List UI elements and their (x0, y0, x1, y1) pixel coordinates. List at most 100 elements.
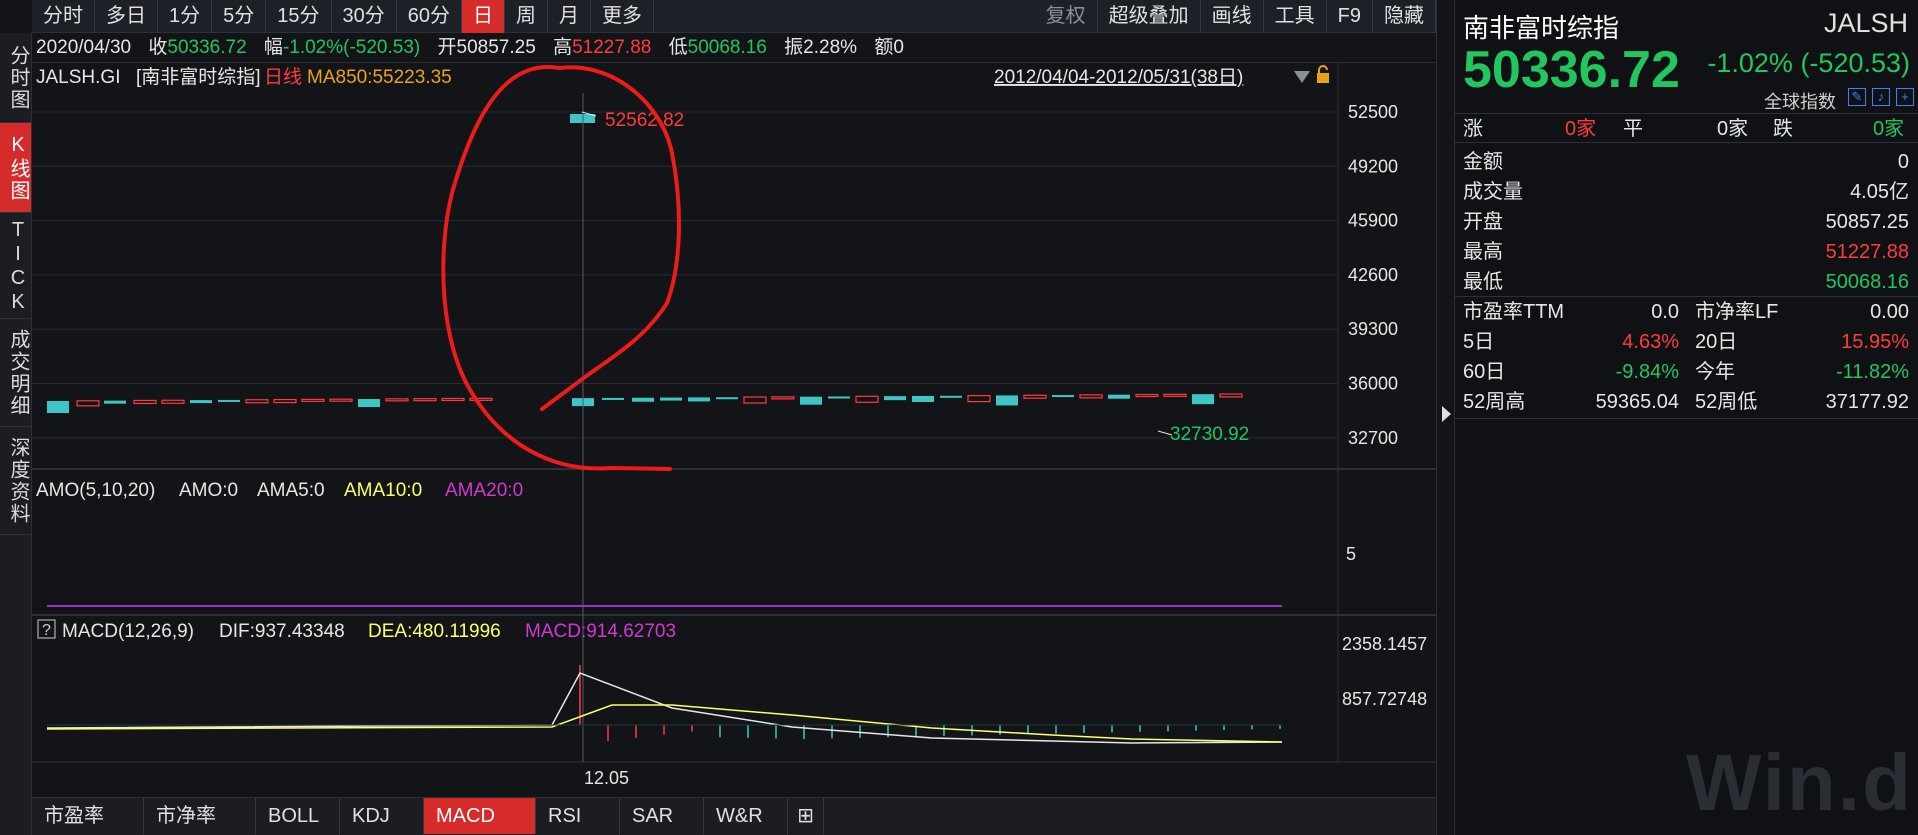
collapse-panel-toggle[interactable] (1436, 0, 1454, 835)
breadth-flat-value: 0家 (1717, 118, 1749, 140)
stat-value: 0 (1897, 151, 1909, 173)
stat-row-2: 开盘 50857.25 (1455, 207, 1918, 237)
left-nav-tab-4[interactable]: 深度资料 (0, 427, 31, 535)
candle (301, 398, 325, 402)
macd-title: MACD(12,26,9) (62, 621, 194, 642)
y-tick-label: 32700 (1348, 428, 1398, 448)
add-indicator-icon[interactable]: ⊞ (788, 798, 824, 834)
period-tab-7[interactable]: 日 (462, 0, 505, 33)
period-tab-4[interactable]: 15分 (266, 0, 332, 33)
expand-arrow-icon[interactable] (1442, 406, 1451, 422)
period-tab-1[interactable]: 多日 (95, 0, 158, 33)
candle (1023, 394, 1047, 399)
left-nav-tab-0[interactable]: 分时图 (0, 33, 31, 123)
alert-bell-icon[interactable]: ♪ (1872, 88, 1890, 106)
period-tab-0[interactable]: 分时 (32, 0, 95, 33)
add-icon[interactable]: + (1896, 88, 1914, 106)
breadth-up-value: 0家 (1565, 118, 1597, 140)
max-marker: 52562.82 (581, 110, 684, 131)
quote-info-line: 2020/04/30 收50336.72 幅-1.02%(-520.53) 开5… (32, 33, 1436, 63)
candle (632, 397, 654, 402)
toolbar-right-item-0[interactable]: 复权 (1035, 0, 1098, 33)
stat-row-3: 最高 51227.88 (1455, 237, 1918, 267)
info-amount: 0 (893, 37, 904, 58)
toolbar-right-item-2[interactable]: 画线 (1201, 0, 1264, 33)
valuation-grid: 市盈率TTM 0.0 市净率LF 0.00 5日 4.63% 20日 15.95% 60日 -9.… (1455, 296, 1918, 417)
candle (743, 396, 767, 404)
left-nav-tab-2[interactable]: TICK (0, 213, 31, 319)
candle (996, 395, 1018, 406)
period-tab-8[interactable]: 周 (505, 0, 548, 33)
valuation-label-left: 52周高 (1463, 391, 1526, 413)
candle (771, 396, 795, 400)
period-label: 日线 (264, 66, 302, 88)
main-y-axis: 52500 49200 45900 42600 39300 36000 32700 (1348, 102, 1398, 448)
info-change-label: 幅 (263, 37, 283, 58)
macd-histogram (579, 665, 1281, 742)
period-tab-6[interactable]: 60分 (397, 0, 462, 33)
quote-side-panel: 南非富时综指 JALSH 50336.72 -1.02% (-520.53) 全… (1454, 0, 1918, 835)
candle (1192, 394, 1214, 405)
y-tick-label: 45900 (1348, 211, 1398, 231)
toolbar-right-item-1[interactable]: 超级叠加 (1098, 0, 1201, 33)
indicator-tab-w-r-7[interactable]: W&R (704, 798, 788, 834)
breadth-up-label: 涨 (1463, 118, 1483, 140)
candle (47, 401, 69, 413)
valuation-label-right: 52周低 (1695, 391, 1758, 413)
amo-value: AMO:0 (179, 480, 238, 501)
indicator-tab-item-0[interactable]: 市盈率 (32, 798, 144, 834)
indicator-tab-item-1[interactable]: 市净率 (144, 798, 256, 834)
toolbar-right-item-5[interactable]: 隐藏 (1373, 0, 1436, 33)
side-panel-empty-area: Win.d (1455, 418, 1918, 835)
stat-value: 50857.25 (1825, 211, 1909, 233)
breadth-down-label: 跌 (1773, 118, 1793, 140)
stat-label: 最低 (1463, 271, 1503, 293)
indicator-tab-macd-4[interactable]: MACD (424, 798, 536, 834)
candle (1052, 395, 1074, 398)
date-range-label[interactable]: 2012/04/04-2012/05/31(38日) (994, 67, 1243, 88)
market-breadth: 涨 0家 平 0家 跌 0家 (1455, 113, 1918, 143)
valuation-label-right: 市净率LF (1695, 301, 1779, 323)
info-low: 50068.16 (687, 37, 767, 58)
amo-title: AMO(5,10,20) (36, 480, 155, 501)
period-tab-2[interactable]: 1分 (158, 0, 213, 33)
info-change: -1.02%(-520.53) (282, 37, 421, 58)
lock-icon[interactable] (1317, 65, 1329, 83)
breadth-flat-label: 平 (1623, 118, 1643, 140)
edit-icon[interactable]: ✎ (1848, 88, 1866, 106)
candle (688, 397, 710, 402)
valuation-value-right: -11.82% (1835, 361, 1909, 383)
kline-chart-area[interactable]: 52500 49200 45900 42600 39300 36000 32700 JALS… (32, 63, 1436, 795)
info-amount-label: 额 (874, 37, 894, 58)
main-gridlines (32, 111, 1338, 439)
indicator-tab-sar-6[interactable]: SAR (620, 798, 704, 834)
candle (967, 395, 991, 403)
range-dropdown-icon[interactable] (1294, 71, 1310, 83)
info-amp-label: 振 (784, 37, 804, 58)
global-index-link[interactable]: 全球指数 (1764, 88, 1836, 114)
period-tab-9[interactable]: 月 (548, 0, 591, 33)
y-tick-label: 39300 (1348, 319, 1398, 339)
period-tab-5[interactable]: 30分 (332, 0, 397, 33)
stat-label: 开盘 (1463, 211, 1503, 233)
candle (800, 396, 822, 405)
candle (133, 399, 157, 405)
valuation-label-left: 市盈率TTM (1463, 301, 1565, 323)
indicator-tab-rsi-5[interactable]: RSI (536, 798, 620, 834)
valuation-value-right: 15.95% (1841, 331, 1909, 353)
indicator-tab-boll-2[interactable]: BOLL (256, 798, 340, 834)
stat-label: 金额 (1463, 151, 1503, 173)
left-nav-tab-1[interactable]: K线图 (0, 123, 31, 213)
period-tab-3[interactable]: 5分 (212, 0, 267, 33)
valuation-label-left: 60日 (1463, 361, 1506, 383)
candle (76, 400, 100, 407)
toolbar-right-item-4[interactable]: F9 (1327, 0, 1373, 33)
valuation-row-0: 市盈率TTM 0.0 市净率LF 0.00 (1455, 297, 1918, 327)
left-nav-tab-3[interactable]: 成交明细 (0, 319, 31, 427)
toolbar-right-item-3[interactable]: 工具 (1264, 0, 1327, 33)
indicator-tab-kdj-3[interactable]: KDJ (340, 798, 424, 834)
candle (441, 397, 465, 402)
candle (161, 399, 185, 404)
period-tab-10[interactable]: 更多 (591, 0, 654, 33)
quote-stats: 金额 0 成交量 4.05亿 开盘 50857.25 最高 51227.88 最低 50068.1… (1455, 147, 1918, 297)
